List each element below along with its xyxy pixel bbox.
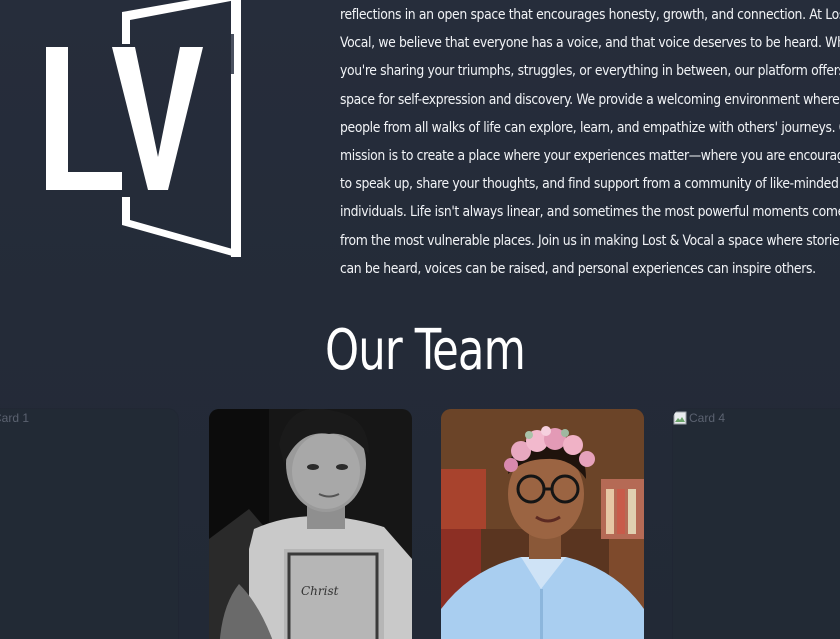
about-line: to speak up, share your thoughts, and fi…	[340, 176, 839, 193]
about-line: space for self-expression and discovery.…	[340, 91, 840, 108]
broken-image: Card 4	[673, 411, 725, 425]
card-alt-text: Card 4	[689, 411, 726, 425]
about-line: can be heard, voices can be raised, and …	[340, 260, 816, 277]
about-line: reflections in an open space that encour…	[340, 7, 840, 23]
about-line: Vocal, we believe that everyone has a vo…	[340, 35, 840, 52]
team-carousel[interactable]: Card 1 Christ	[0, 409, 840, 639]
about-paragraph: reflections in an open space that encour…	[340, 1, 840, 283]
broken-image-icon	[673, 411, 687, 425]
team-card-3[interactable]	[441, 409, 644, 639]
member-photo-1: Christ	[209, 409, 412, 639]
about-line: individuals. Life isn't always linear, a…	[340, 204, 840, 221]
team-card-2[interactable]: Christ	[209, 409, 412, 639]
about-line: you're sharing your triumphs, struggles,…	[340, 63, 840, 80]
card-alt-text: Card 1	[0, 411, 30, 425]
about-line: from the most vulnerable places. Join us…	[340, 232, 840, 249]
about-section: reflections in an open space that encour…	[340, 0, 840, 290]
team-title: Our Team	[325, 318, 526, 383]
shirt-text: Christ	[301, 584, 339, 598]
team-card-1[interactable]: Card 1	[0, 409, 178, 639]
about-line: people from all walks of life can explor…	[340, 119, 840, 136]
logo[interactable]	[40, 0, 250, 262]
team-card-4[interactable]: Card 4	[673, 409, 840, 639]
logo-icon	[46, 0, 241, 257]
member-photo-2	[441, 409, 644, 639]
broken-image: Card 1	[0, 411, 29, 425]
about-line: mission is to create a place where your …	[340, 148, 840, 165]
